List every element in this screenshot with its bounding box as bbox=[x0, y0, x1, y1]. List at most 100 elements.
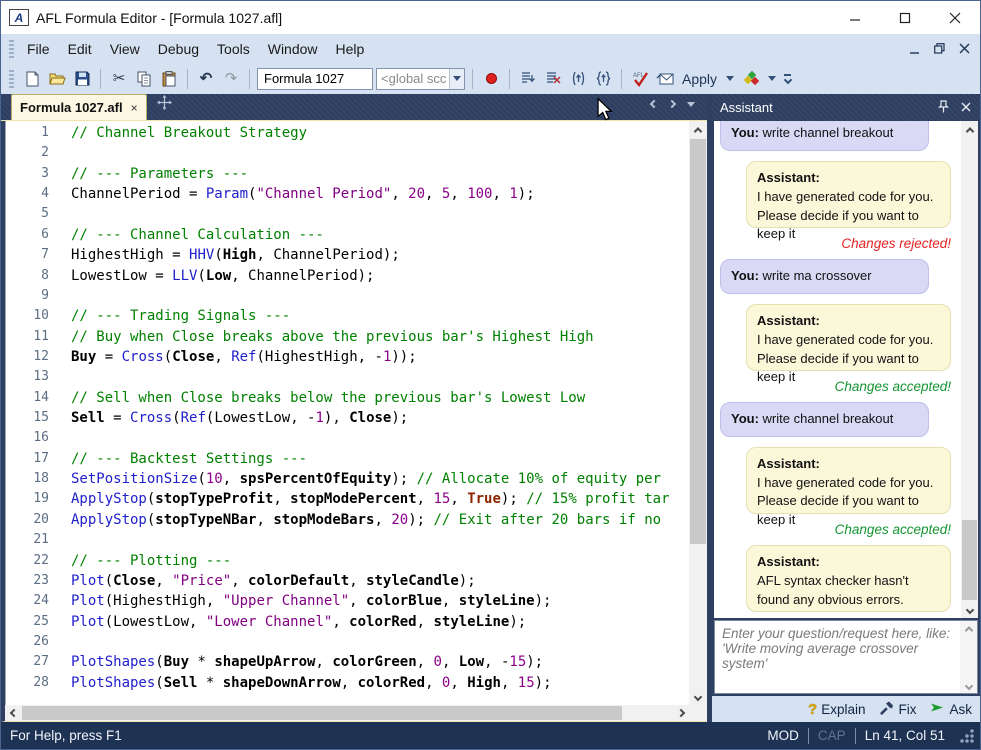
syntax-check-icon[interactable]: AFL bbox=[629, 68, 651, 90]
code-line-10[interactable]: // --- Trading Signals --- bbox=[71, 306, 689, 326]
window-title: AFL Formula Editor - [Formula 1027.afl] bbox=[36, 10, 282, 26]
ask-button[interactable]: Ask bbox=[930, 701, 972, 717]
scope-dropdown-arrow-icon[interactable] bbox=[449, 69, 464, 89]
code-line-5[interactable] bbox=[71, 204, 689, 224]
apply-button[interactable]: Apply bbox=[679, 71, 720, 87]
assistant-scrollbar[interactable] bbox=[961, 121, 978, 618]
toolbar-options-icon[interactable] bbox=[784, 74, 791, 83]
mdi-minimize-button[interactable] bbox=[910, 44, 920, 54]
assistant-scroll-thumb[interactable] bbox=[962, 520, 977, 600]
code-line-23[interactable]: Plot(Close, "Price", colorDefault, style… bbox=[71, 571, 689, 591]
code-line-21[interactable] bbox=[71, 530, 689, 550]
code-line-17[interactable]: // --- Backtest Settings --- bbox=[71, 449, 689, 469]
menu-view[interactable]: View bbox=[101, 38, 149, 60]
code-line-16[interactable] bbox=[71, 428, 689, 448]
code-line-18[interactable]: SetPositionSize(10, spsPercentOfEquity);… bbox=[71, 469, 689, 489]
cut-icon[interactable]: ✂ bbox=[108, 68, 130, 90]
code-line-9[interactable] bbox=[71, 286, 689, 306]
insert-dropdown-arrow-icon[interactable] bbox=[765, 68, 779, 90]
menu-window[interactable]: Window bbox=[259, 38, 327, 60]
brace-jump-icon[interactable] bbox=[592, 68, 614, 90]
open-file-icon[interactable] bbox=[46, 68, 68, 90]
code-line-6[interactable]: // --- Channel Calculation --- bbox=[71, 225, 689, 245]
scroll-left-icon[interactable] bbox=[5, 705, 22, 721]
save-file-icon[interactable] bbox=[71, 68, 93, 90]
explain-button[interactable]: ? Explain bbox=[808, 701, 865, 718]
menu-help[interactable]: Help bbox=[327, 38, 374, 60]
horizontal-scroll-thumb[interactable] bbox=[22, 706, 622, 720]
scroll-down-icon[interactable] bbox=[689, 688, 707, 705]
input-scroll-down-icon[interactable] bbox=[960, 678, 977, 693]
code-line-14[interactable]: // Sell when Close breaks below the prev… bbox=[71, 388, 689, 408]
code-line-7[interactable]: HighestHigh = HHV(High, ChannelPeriod); bbox=[71, 245, 689, 265]
list-delete-icon[interactable] bbox=[542, 68, 564, 90]
code-line-11[interactable]: // Buy when Close breaks above the previ… bbox=[71, 327, 689, 347]
menu-debug[interactable]: Debug bbox=[149, 38, 208, 60]
list-down-icon[interactable] bbox=[517, 68, 539, 90]
code-line-24[interactable]: Plot(HighestHigh, "Upper Channel", color… bbox=[71, 591, 689, 611]
scroll-up-icon[interactable] bbox=[689, 121, 707, 138]
input-scrollbar[interactable] bbox=[960, 621, 977, 693]
tab-list-dropdown-icon[interactable] bbox=[687, 102, 695, 107]
fix-button[interactable]: Fix bbox=[879, 701, 916, 718]
close-button[interactable] bbox=[930, 1, 980, 34]
apply-dropdown-arrow-icon[interactable] bbox=[723, 68, 737, 90]
code-line-20[interactable]: ApplyStop(stopTypeNBar, stopModeBars, 20… bbox=[71, 510, 689, 530]
code-line-25[interactable]: Plot(LowestLow, "Lower Channel", colorRe… bbox=[71, 612, 689, 632]
pin-icon[interactable] bbox=[938, 100, 949, 116]
main-toolbar: ✂ ↶ ↷ Formula 1027 <global scc AFL Apply bbox=[1, 63, 980, 94]
you-message-bubble: You: write channel breakout bbox=[720, 121, 929, 151]
paste-icon[interactable] bbox=[158, 68, 180, 90]
scroll-right-icon[interactable] bbox=[672, 705, 689, 721]
formula-name-field[interactable]: Formula 1027 bbox=[257, 68, 373, 90]
code-line-1[interactable]: // Channel Breakout Strategy bbox=[71, 123, 689, 143]
copy-icon[interactable] bbox=[133, 68, 155, 90]
menu-tools[interactable]: Tools bbox=[208, 38, 259, 60]
code-line-2[interactable] bbox=[71, 143, 689, 163]
code-line-8[interactable]: LowestLow = LLV(Low, ChannelPeriod); bbox=[71, 266, 689, 286]
resize-grip[interactable] bbox=[960, 729, 974, 743]
mdi-close-button[interactable] bbox=[959, 43, 970, 54]
code-line-27[interactable]: PlotShapes(Buy * shapeUpArrow, colorGree… bbox=[71, 652, 689, 672]
code-line-15[interactable]: Sell = Cross(Ref(LowestLow, -1), Close); bbox=[71, 408, 689, 428]
menu-file[interactable]: File bbox=[18, 38, 59, 60]
paren-jump-icon[interactable] bbox=[567, 68, 589, 90]
pan-icon[interactable] bbox=[157, 95, 172, 115]
tab-scroll-right-icon[interactable] bbox=[668, 100, 676, 108]
code-lines[interactable]: // Channel Breakout Strategy // --- Param… bbox=[71, 121, 689, 705]
code-line-13[interactable] bbox=[71, 367, 689, 387]
send-to-chart-icon[interactable] bbox=[654, 68, 676, 90]
redo-icon[interactable]: ↷ bbox=[220, 68, 242, 90]
mdi-restore-button[interactable] bbox=[934, 43, 945, 54]
assistant-input[interactable] bbox=[715, 621, 960, 693]
assistant-scroll-up-icon[interactable] bbox=[961, 121, 978, 138]
input-scroll-up-icon[interactable] bbox=[960, 621, 977, 636]
code-line-28[interactable]: PlotShapes(Sell * shapeDownArrow, colorR… bbox=[71, 673, 689, 693]
scope-selector[interactable]: <global scc bbox=[376, 68, 465, 90]
record-macro-icon[interactable] bbox=[480, 68, 502, 90]
code-line-3[interactable]: // --- Parameters --- bbox=[71, 164, 689, 184]
editor-horizontal-scrollbar[interactable] bbox=[5, 705, 689, 721]
editor-vertical-scrollbar[interactable] bbox=[689, 121, 707, 705]
assistant-close-icon[interactable] bbox=[961, 100, 971, 115]
assistant-scroll-down-icon[interactable] bbox=[961, 601, 978, 618]
undo-icon[interactable]: ↶ bbox=[195, 68, 217, 90]
tab-formula-1027[interactable]: Formula 1027.afl × bbox=[11, 94, 147, 120]
tab-scroll-left-icon[interactable] bbox=[650, 100, 658, 108]
toolbar-grip[interactable] bbox=[9, 40, 14, 58]
tab-close-icon[interactable]: × bbox=[131, 101, 138, 115]
vertical-scroll-thumb[interactable] bbox=[690, 139, 706, 544]
code-line-22[interactable]: // --- Plotting --- bbox=[71, 551, 689, 571]
minimize-button[interactable] bbox=[830, 1, 880, 34]
line-number: 22 bbox=[6, 551, 63, 571]
code-editor[interactable]: 1234567891011121314151617181920212223242… bbox=[1, 121, 707, 705]
maximize-button[interactable] bbox=[880, 1, 930, 34]
toolbar-grip-2[interactable] bbox=[9, 70, 14, 88]
new-file-icon[interactable] bbox=[21, 68, 43, 90]
menu-edit[interactable]: Edit bbox=[59, 38, 101, 60]
code-line-26[interactable] bbox=[71, 632, 689, 652]
code-line-4[interactable]: ChannelPeriod = Param("Channel Period", … bbox=[71, 184, 689, 204]
code-line-19[interactable]: ApplyStop(stopTypeProfit, stopModePercen… bbox=[71, 489, 689, 509]
insert-indicator-icon[interactable] bbox=[740, 68, 762, 90]
code-line-12[interactable]: Buy = Cross(Close, Ref(HighestHigh, -1))… bbox=[71, 347, 689, 367]
